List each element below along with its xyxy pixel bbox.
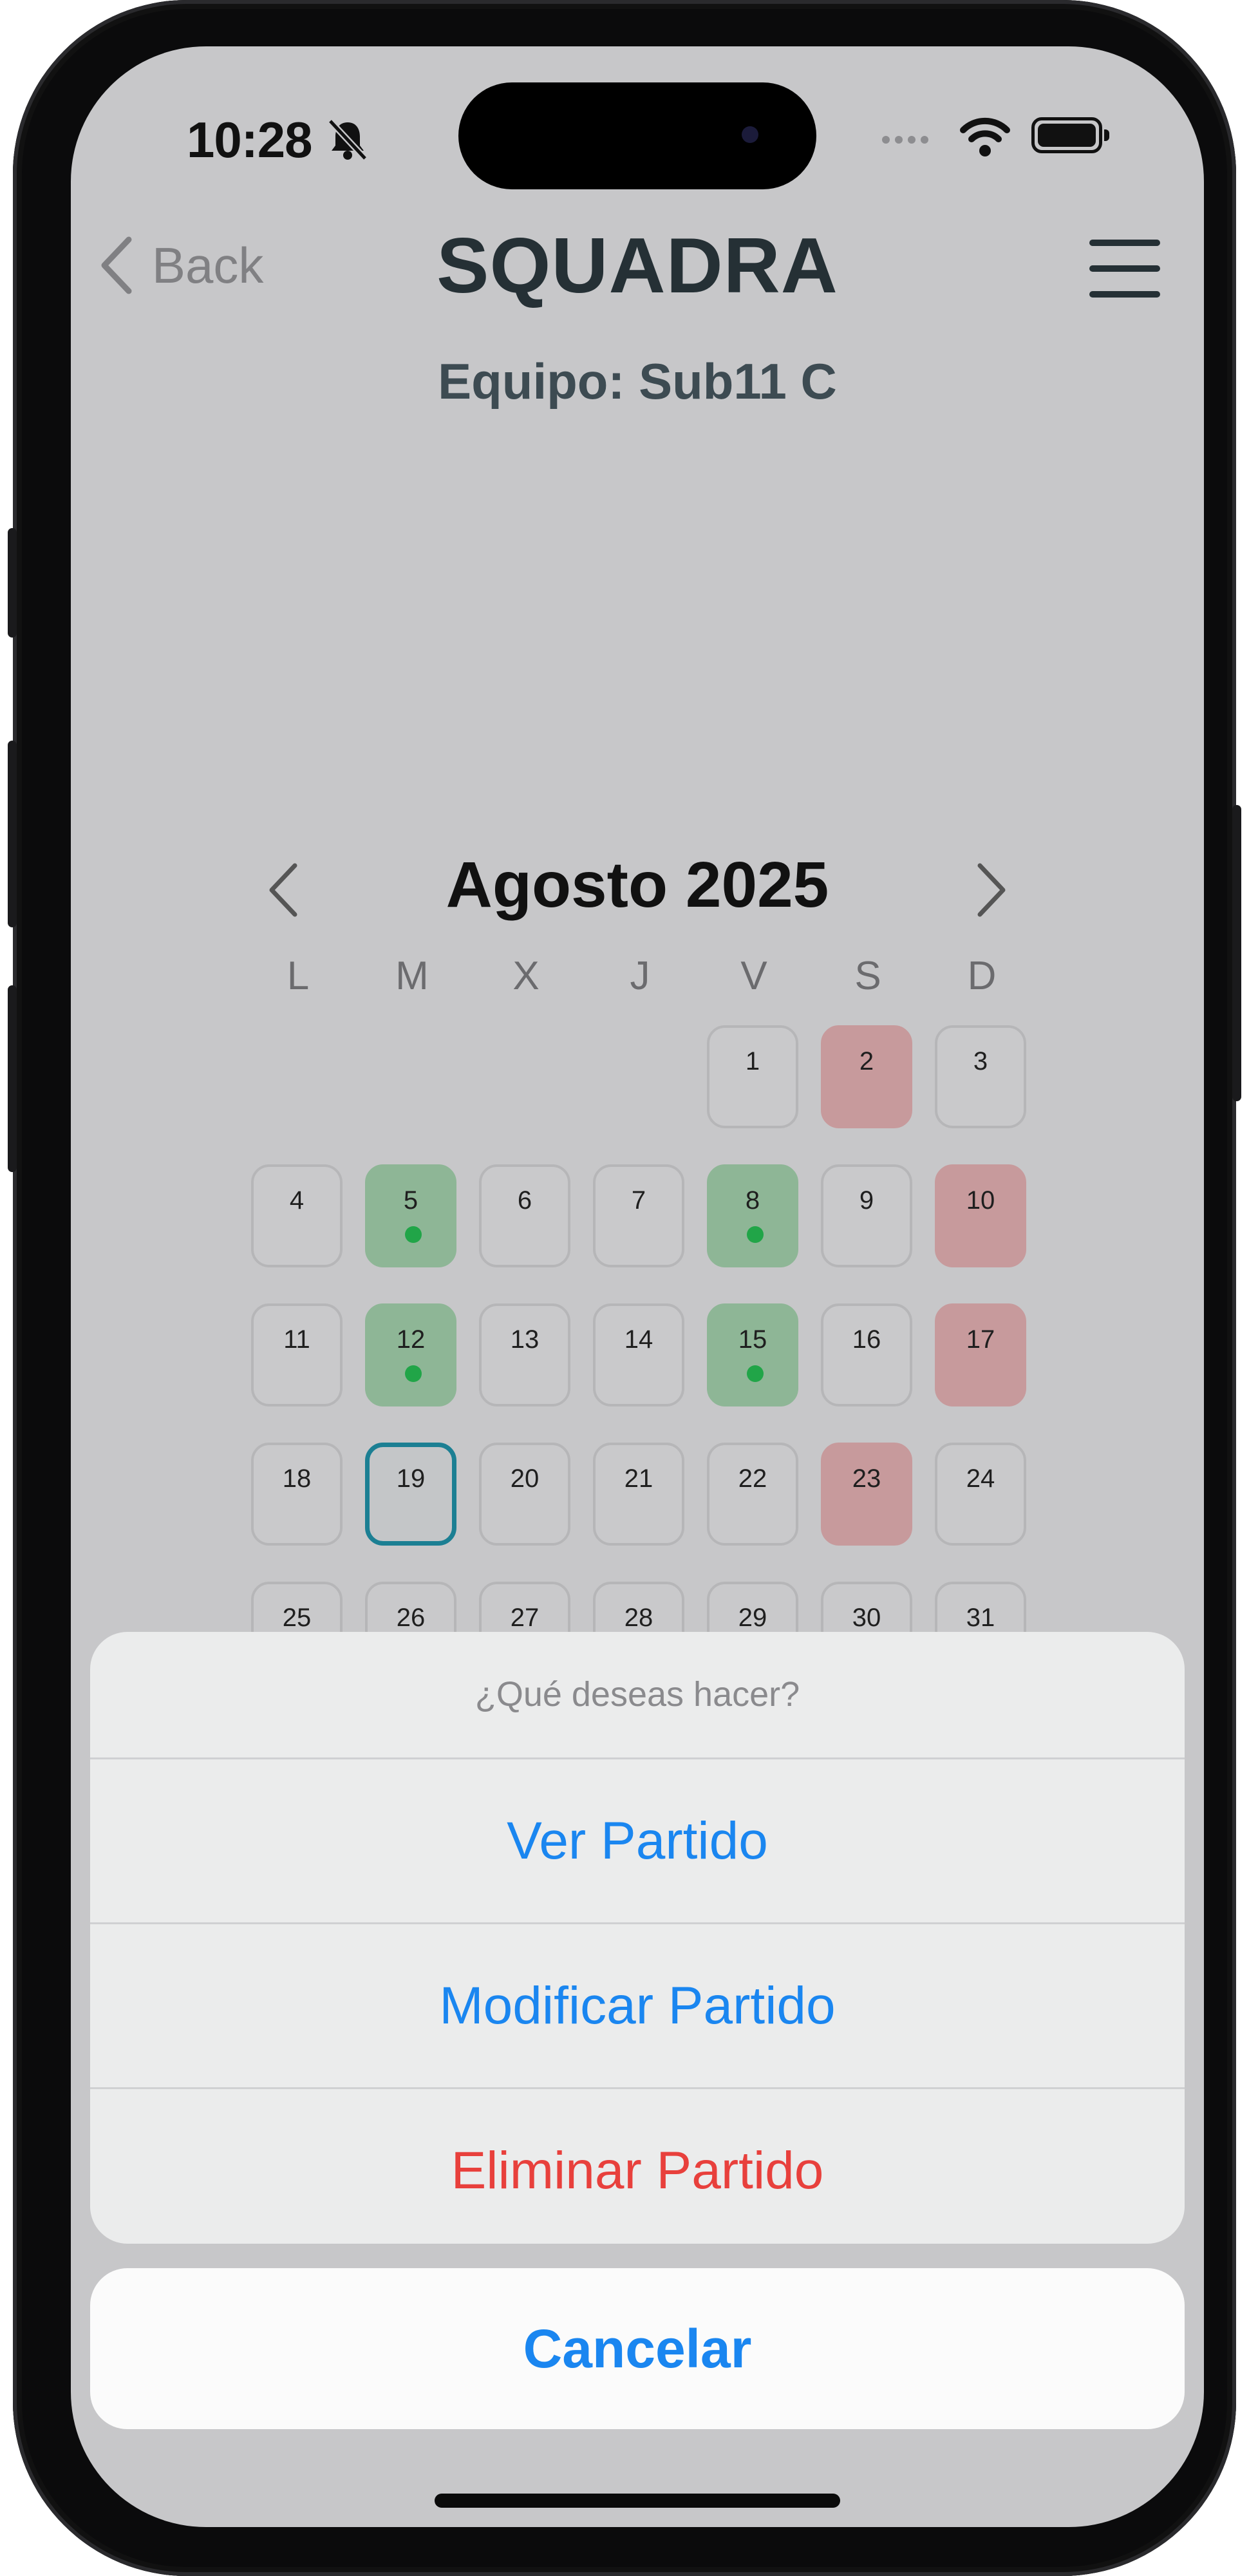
action-sheet-title: ¿Qué deseas hacer?	[90, 1632, 1185, 1759]
status-bar: 10:28	[71, 46, 1204, 207]
volume-down-button	[8, 985, 17, 1172]
day-number: 7	[631, 1186, 646, 1215]
calendar-day[interactable]: 13	[479, 1303, 570, 1406]
day-number: 28	[624, 1604, 653, 1632]
month-title: Agosto 2025	[446, 849, 829, 921]
next-month-button[interactable]	[972, 858, 1011, 922]
calendar-day[interactable]: 9	[821, 1164, 912, 1267]
wifi-icon	[960, 117, 1010, 156]
match-indicator-dot	[405, 1365, 422, 1382]
action-sheet: ¿Qué deseas hacer? Ver Partido Modificar…	[90, 1632, 1185, 2244]
calendar-day[interactable]: 2	[821, 1025, 912, 1128]
volume-up-button	[8, 741, 17, 927]
day-number: 6	[517, 1186, 532, 1215]
calendar-day[interactable]: 10	[935, 1164, 1026, 1267]
match-indicator-dot	[747, 1365, 764, 1382]
calendar-day[interactable]: 12	[365, 1303, 456, 1406]
weekday-label: L	[286, 954, 310, 998]
side-button	[8, 528, 17, 638]
day-number: 14	[624, 1325, 653, 1354]
home-indicator[interactable]	[435, 2494, 840, 2508]
calendar-day[interactable]: 21	[593, 1443, 684, 1546]
day-number: 15	[738, 1325, 767, 1354]
calendar-day[interactable]: 6	[479, 1164, 570, 1267]
day-number: 18	[282, 1464, 312, 1493]
day-number: 24	[966, 1464, 995, 1493]
calendar-day[interactable]: 16	[821, 1303, 912, 1406]
cellular-signal-icon	[882, 135, 934, 147]
day-number: 31	[966, 1604, 995, 1632]
day-number: 16	[852, 1325, 881, 1354]
calendar-day[interactable]: 15	[707, 1303, 798, 1406]
day-number: 25	[282, 1604, 312, 1632]
phone-frame: 10:28 Back SQUADRA Equipo: Sub11 C Agost…	[8, 0, 1241, 2576]
calendar-day[interactable]: 8	[707, 1164, 798, 1267]
match-indicator-dot	[405, 1226, 422, 1243]
day-number: 8	[745, 1186, 760, 1215]
day-number: 1	[745, 1047, 760, 1075]
day-number: 2	[859, 1047, 874, 1075]
day-number: 17	[966, 1325, 995, 1354]
day-number: 3	[973, 1047, 988, 1075]
calendar-day[interactable]: 1	[707, 1025, 798, 1128]
weekday-label: X	[512, 954, 540, 998]
calendar-day[interactable]: 23	[821, 1443, 912, 1546]
calendar-header: Agosto 2025	[71, 838, 1204, 935]
calendar-day[interactable]: 19	[365, 1443, 456, 1546]
bell-slash-icon	[328, 118, 368, 161]
day-number: 29	[738, 1604, 767, 1632]
dynamic-island	[458, 82, 816, 189]
calendar-day[interactable]: 24	[935, 1443, 1026, 1546]
day-number: 4	[289, 1186, 305, 1215]
weekday-label: V	[740, 954, 767, 998]
calendar-day[interactable]: 18	[251, 1443, 343, 1546]
day-number: 19	[396, 1464, 426, 1493]
day-number: 22	[738, 1464, 767, 1493]
day-number: 27	[510, 1604, 540, 1632]
weekday-label: M	[395, 954, 429, 998]
day-number: 20	[510, 1464, 540, 1493]
day-number: 5	[403, 1186, 418, 1215]
match-indicator-dot	[747, 1226, 764, 1243]
hamburger-menu-icon[interactable]	[1089, 240, 1160, 299]
day-number: 9	[859, 1186, 874, 1215]
day-number: 10	[966, 1186, 995, 1215]
app-title: SQUADRA	[437, 222, 838, 309]
delete-match-button[interactable]: Eliminar Partido	[90, 2089, 1185, 2244]
calendar-day[interactable]: 4	[251, 1164, 343, 1267]
screen: 10:28 Back SQUADRA Equipo: Sub11 C Agost…	[71, 46, 1204, 2527]
edit-match-button[interactable]: Modificar Partido	[90, 1924, 1185, 2089]
weekday-header: LMXJVSD	[252, 953, 1044, 1018]
calendar-day[interactable]: 14	[593, 1303, 684, 1406]
cancel-button[interactable]: Cancelar	[90, 2268, 1185, 2429]
status-time: 10:28	[187, 111, 312, 168]
calendar-day[interactable]: 11	[251, 1303, 343, 1406]
day-number: 21	[624, 1464, 653, 1493]
calendar-day[interactable]: 22	[707, 1443, 798, 1546]
day-number: 26	[396, 1604, 426, 1632]
day-number: 23	[852, 1464, 881, 1493]
calendar-day[interactable]: 5	[365, 1164, 456, 1267]
view-match-button[interactable]: Ver Partido	[90, 1759, 1185, 1924]
camera-dot	[742, 126, 758, 143]
calendar-day[interactable]: 17	[935, 1303, 1026, 1406]
day-number: 11	[283, 1325, 310, 1354]
calendar-day[interactable]: 7	[593, 1164, 684, 1267]
weekday-label: J	[630, 954, 650, 998]
weekday-label: S	[854, 954, 881, 998]
day-number: 30	[852, 1604, 881, 1632]
weekday-label: D	[967, 954, 997, 998]
calendar-day[interactable]: 3	[935, 1025, 1026, 1128]
power-button	[1232, 805, 1241, 1101]
battery-icon	[1031, 117, 1109, 153]
day-number: 12	[396, 1325, 426, 1354]
team-label: Equipo: Sub11 C	[438, 353, 837, 410]
day-number: 13	[510, 1325, 540, 1354]
calendar-day[interactable]: 20	[479, 1443, 570, 1546]
